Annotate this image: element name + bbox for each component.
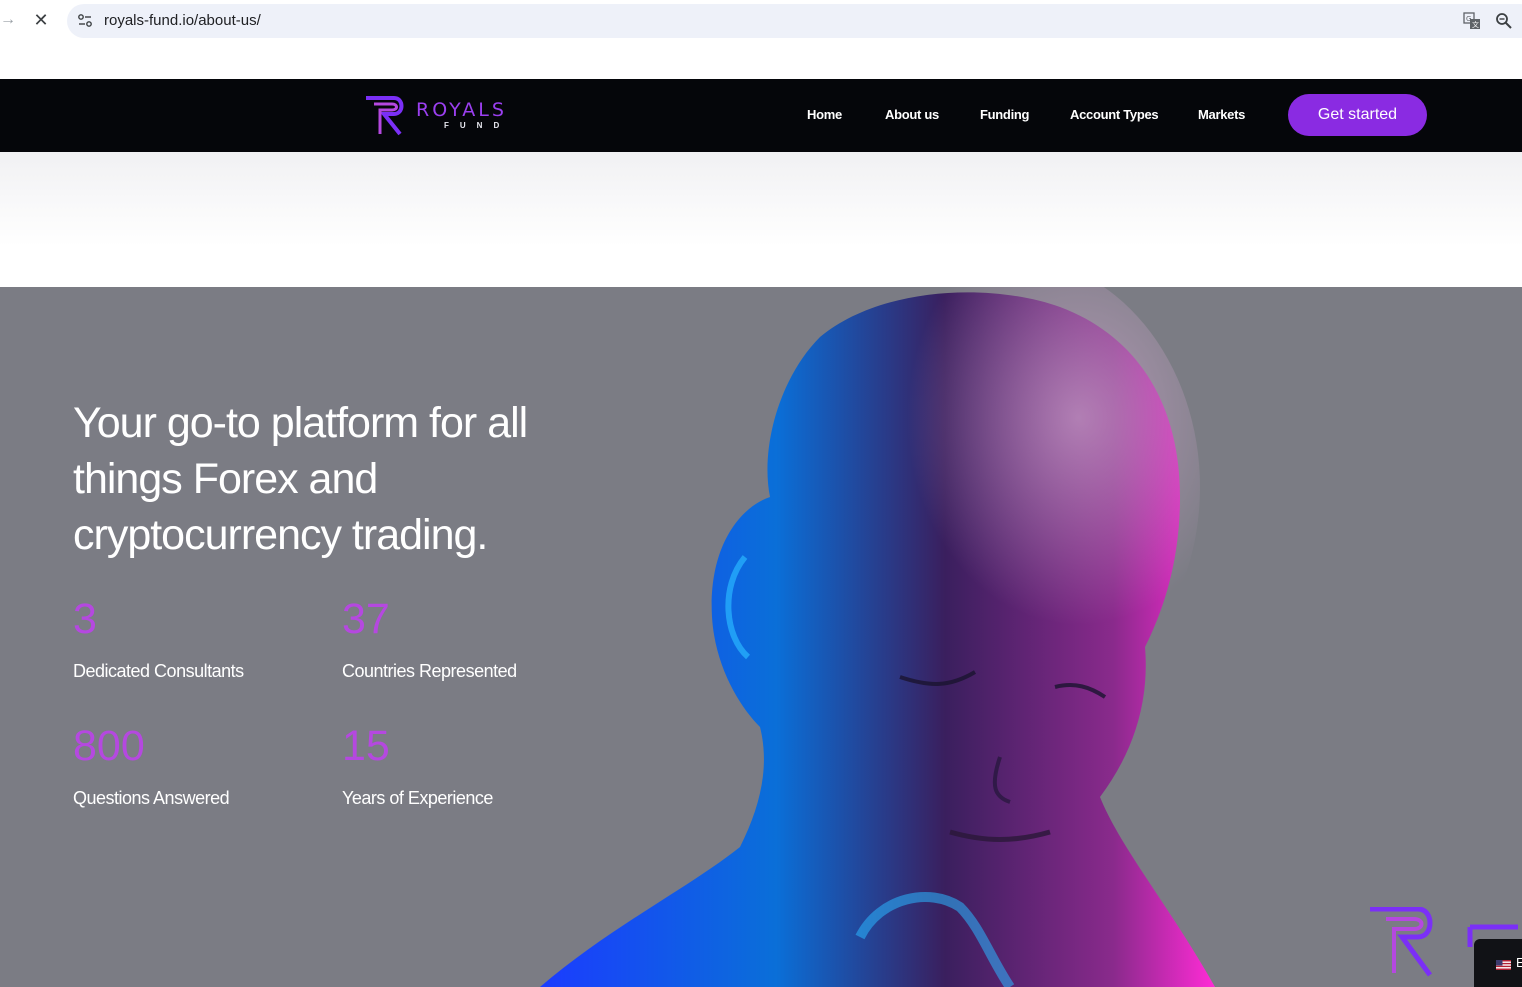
svg-text:文: 文	[1472, 20, 1479, 29]
nav-home[interactable]: Home	[807, 107, 842, 123]
hero-headline: Your go-to platform for all things Forex…	[73, 399, 528, 559]
nav-about-us[interactable]: About us	[885, 107, 939, 123]
language-label: E	[1516, 955, 1522, 970]
stat-value: 800	[73, 722, 145, 770]
nav-funding[interactable]: Funding	[980, 107, 1029, 123]
language-switcher[interactable]: E	[1474, 939, 1522, 987]
translate-icon[interactable]: G 文	[1463, 12, 1481, 30]
stat-value: 37	[342, 595, 390, 643]
neon-head-illustration	[540, 287, 1215, 987]
site-info-icon[interactable]	[77, 13, 93, 29]
stat-label: Questions Answered	[73, 788, 230, 808]
get-started-button[interactable]: Get started	[1288, 94, 1427, 136]
stat-value: 15	[342, 722, 390, 770]
stat-label: Dedicated Consultants	[73, 661, 244, 681]
url-text[interactable]: royals-fund.io/about-us/	[104, 12, 261, 30]
stat-value: 3	[73, 595, 97, 643]
stat-label: Countries Represented	[342, 661, 517, 681]
svg-text:G: G	[1466, 15, 1471, 23]
browser-toolbar: → ✕ royals-fund.io/about-us/ G 文	[0, 0, 1522, 44]
nav-account-types[interactable]: Account Types	[1070, 107, 1159, 123]
us-flag-icon	[1496, 960, 1511, 970]
nav-markets[interactable]: Markets	[1198, 107, 1245, 123]
zoom-icon[interactable]	[1495, 12, 1513, 30]
royals-fund-logo[interactable]: ROYALS FUND	[364, 96, 546, 136]
site-header: ROYALS FUND Home About us Funding Accoun…	[0, 79, 1522, 152]
address-bar[interactable]: royals-fund.io/about-us/ G 文	[67, 4, 1522, 38]
logo-mark-icon	[366, 96, 404, 136]
logo-subtitle: FUND	[444, 121, 511, 130]
stat-label: Years of Experience	[342, 788, 493, 808]
header-shadow-spacer	[0, 152, 1522, 287]
forward-arrow-icon[interactable]: →	[0, 10, 16, 30]
hero-section: Your go-to platform for all things Forex…	[0, 287, 1522, 987]
close-icon[interactable]: ✕	[30, 8, 52, 32]
logo-wordmark: ROYALS	[416, 99, 507, 121]
